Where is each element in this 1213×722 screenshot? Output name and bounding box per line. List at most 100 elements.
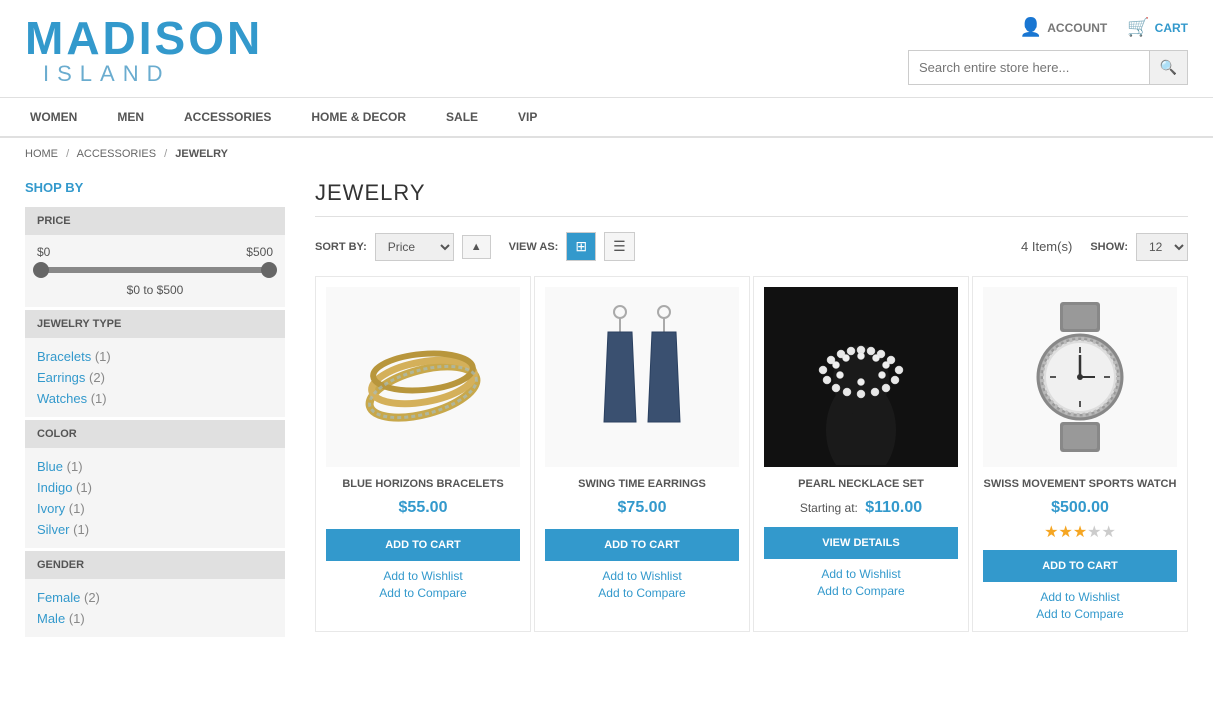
product-grid: BLUE HORIZONS BRACELETS $55.00 ADD TO CA… bbox=[315, 276, 1188, 632]
filter-link-indigo[interactable]: Indigo bbox=[37, 480, 72, 495]
nav-item-sale[interactable]: SALE bbox=[441, 98, 483, 138]
sidebar: SHOP BY PRICE $0 $500 $0 to $500 JEWELRY… bbox=[10, 170, 300, 650]
logo-island: ISLAND bbox=[43, 61, 263, 87]
filter-count-female: (2) bbox=[84, 590, 100, 605]
star-5: ★ bbox=[1102, 522, 1116, 542]
nav-item-home-decor[interactable]: HOME & DECOR bbox=[306, 98, 411, 138]
breadcrumb-accessories[interactable]: ACCESSORIES bbox=[77, 148, 156, 160]
wishlist-link-4[interactable]: Add to Wishlist bbox=[1040, 590, 1119, 604]
price-slider-fill bbox=[37, 267, 273, 273]
price-slider-thumb-left[interactable] bbox=[33, 262, 49, 278]
product-rating-4: ★ ★ ★ ★ ★ bbox=[1044, 522, 1116, 542]
product-image-3[interactable] bbox=[764, 287, 958, 467]
wishlist-link-3[interactable]: Add to Wishlist bbox=[821, 567, 900, 581]
star-3: ★ bbox=[1073, 522, 1087, 542]
logo[interactable]: MADISON ISLAND bbox=[25, 15, 263, 87]
jewelry-type-title: JEWELRY TYPE bbox=[25, 310, 285, 338]
nav-item-vip[interactable]: VIP bbox=[513, 98, 542, 138]
search-box: 🔍 bbox=[908, 50, 1188, 85]
wishlist-link-1[interactable]: Add to Wishlist bbox=[383, 569, 462, 583]
color-filter-title: COLOR bbox=[25, 420, 285, 448]
earring-svg bbox=[582, 292, 702, 462]
item-count: 4 Item(s) bbox=[1021, 239, 1072, 254]
logo-madison: MADISON bbox=[25, 15, 263, 61]
star-1: ★ bbox=[1044, 522, 1058, 542]
product-card-3: PEARL NECKLACE SET Starting at: $110.00 … bbox=[753, 276, 969, 632]
show-label: SHOW: bbox=[1090, 241, 1128, 253]
add-to-cart-1[interactable]: ADD TO CART bbox=[326, 529, 520, 561]
search-button[interactable]: 🔍 bbox=[1149, 51, 1187, 84]
wishlist-link-2[interactable]: Add to Wishlist bbox=[602, 569, 681, 583]
gender-filter: GENDER Female (2) Male (1) bbox=[25, 551, 285, 637]
product-price-3: $110.00 bbox=[865, 499, 922, 516]
price-filter: PRICE $0 $500 $0 to $500 bbox=[25, 207, 285, 307]
filter-link-ivory[interactable]: Ivory bbox=[37, 501, 65, 516]
filter-item-indigo: Indigo (1) bbox=[37, 477, 273, 498]
filter-count-watches: (1) bbox=[91, 391, 107, 406]
nav-item-women[interactable]: WOMEN bbox=[25, 98, 82, 138]
product-price-2: $75.00 bbox=[618, 499, 667, 517]
filter-count-male: (1) bbox=[69, 611, 85, 626]
compare-link-1[interactable]: Add to Compare bbox=[379, 586, 466, 600]
filter-link-bracelets[interactable]: Bracelets bbox=[37, 349, 91, 364]
filter-item-earrings: Earrings (2) bbox=[37, 367, 273, 388]
header: MADISON ISLAND 👤 ACCOUNT 🛒 CART 🔍 bbox=[0, 0, 1213, 98]
star-2: ★ bbox=[1058, 522, 1072, 542]
price-min: $0 bbox=[37, 245, 50, 259]
page-title: JEWELRY bbox=[315, 180, 1188, 217]
account-link[interactable]: 👤 ACCOUNT bbox=[1020, 17, 1107, 38]
breadcrumb-sep-1: / bbox=[66, 148, 69, 160]
price-filter-title: PRICE bbox=[25, 207, 285, 235]
price-max: $500 bbox=[246, 245, 273, 259]
sort-label: SORT BY: bbox=[315, 241, 367, 253]
breadcrumb-home[interactable]: HOME bbox=[25, 148, 58, 160]
filter-link-male[interactable]: Male bbox=[37, 611, 65, 626]
price-filter-body: $0 $500 $0 to $500 bbox=[25, 235, 285, 307]
price-range-label: $0 to $500 bbox=[37, 283, 273, 297]
product-name-1: BLUE HORIZONS BRACELETS bbox=[342, 477, 503, 491]
filter-item-silver: Silver (1) bbox=[37, 519, 273, 540]
add-to-cart-2[interactable]: ADD TO CART bbox=[545, 529, 739, 561]
gender-filter-title: GENDER bbox=[25, 551, 285, 579]
account-label: ACCOUNT bbox=[1047, 21, 1107, 35]
nav-item-men[interactable]: MEN bbox=[112, 98, 149, 138]
cart-link[interactable]: 🛒 CART bbox=[1127, 17, 1188, 38]
filter-link-blue[interactable]: Blue bbox=[37, 459, 63, 474]
filter-link-watches[interactable]: Watches bbox=[37, 391, 87, 406]
filter-link-silver[interactable]: Silver bbox=[37, 522, 70, 537]
jewelry-type-body: Bracelets (1) Earrings (2) Watches (1) bbox=[25, 338, 285, 417]
filter-link-earrings[interactable]: Earrings bbox=[37, 370, 85, 385]
filter-count-silver: (1) bbox=[73, 522, 89, 537]
search-input[interactable] bbox=[909, 52, 1149, 83]
price-slider-thumb-right[interactable] bbox=[261, 262, 277, 278]
nav-item-accessories[interactable]: ACCESSORIES bbox=[179, 98, 276, 138]
color-filter-body: Blue (1) Indigo (1) Ivory (1) Silver (1) bbox=[25, 448, 285, 548]
necklace-svg bbox=[786, 290, 936, 465]
grid-view-button[interactable]: ⊞ bbox=[566, 232, 596, 261]
product-price-starting-label: Starting at: $110.00 bbox=[800, 499, 922, 517]
product-card-1: BLUE HORIZONS BRACELETS $55.00 ADD TO CA… bbox=[315, 276, 531, 632]
product-price-4: $500.00 bbox=[1051, 499, 1109, 517]
product-name-4: SWISS MOVEMENT SPORTS WATCH bbox=[984, 477, 1177, 491]
sort-select[interactable]: Price Name Newest bbox=[375, 233, 454, 261]
add-to-cart-4[interactable]: ADD TO CART bbox=[983, 550, 1177, 582]
show-select[interactable]: 12 24 36 bbox=[1136, 233, 1188, 261]
header-right: 👤 ACCOUNT 🛒 CART 🔍 bbox=[908, 17, 1188, 85]
sort-direction-button[interactable]: ▲ bbox=[462, 235, 491, 259]
product-image-1[interactable] bbox=[326, 287, 520, 467]
list-view-button[interactable]: ☰ bbox=[604, 232, 635, 261]
view-details-3[interactable]: VIEW DETAILS bbox=[764, 527, 958, 559]
product-price-1: $55.00 bbox=[399, 499, 448, 517]
product-card-2: SWING TIME EARRINGS $75.00 ADD TO CART A… bbox=[534, 276, 750, 632]
price-slider-track[interactable] bbox=[37, 267, 273, 273]
star-4: ★ bbox=[1087, 522, 1101, 542]
cart-icon: 🛒 bbox=[1127, 17, 1149, 38]
product-area: JEWELRY SORT BY: Price Name Newest ▲ VIE… bbox=[300, 170, 1203, 650]
product-image-2[interactable] bbox=[545, 287, 739, 467]
compare-link-4[interactable]: Add to Compare bbox=[1036, 607, 1123, 621]
product-image-4[interactable] bbox=[983, 287, 1177, 467]
filter-link-female[interactable]: Female bbox=[37, 590, 80, 605]
compare-link-3[interactable]: Add to Compare bbox=[817, 584, 904, 598]
compare-link-2[interactable]: Add to Compare bbox=[598, 586, 685, 600]
product-name-2: SWING TIME EARRINGS bbox=[578, 477, 706, 491]
